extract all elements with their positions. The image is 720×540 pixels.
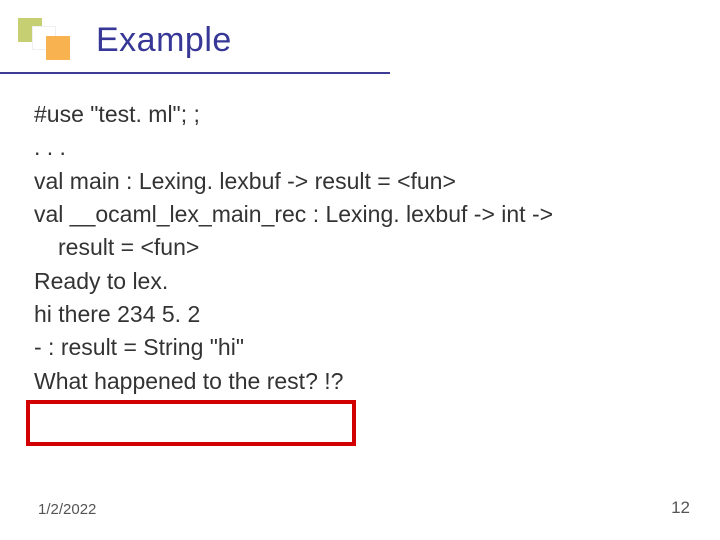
code-line: #use "test. ml"; ; xyxy=(34,98,692,131)
title-underline xyxy=(0,72,390,74)
slide-header: Example xyxy=(18,14,232,66)
code-line: . . . xyxy=(34,131,692,164)
square-orange-icon xyxy=(46,36,70,60)
code-line: hi there 234 5. 2 xyxy=(34,298,692,331)
code-line: Ready to lex. xyxy=(34,265,692,298)
slide: Example #use "test. ml"; ; . . . val mai… xyxy=(0,0,720,540)
code-line: What happened to the rest? !? xyxy=(34,365,692,398)
code-line: val __ocaml_lex_main_rec : Lexing. lexbu… xyxy=(34,198,692,231)
slide-body: #use "test. ml"; ; . . . val main : Lexi… xyxy=(34,98,692,398)
code-line: - : result = String "hi" xyxy=(34,331,692,364)
highlight-rectangle xyxy=(26,400,356,446)
title-bullet-icon xyxy=(18,18,74,62)
footer-date: 1/2/2022 xyxy=(38,501,96,518)
footer-page-number: 12 xyxy=(671,498,690,518)
code-line: result = <fun> xyxy=(34,231,692,264)
slide-title: Example xyxy=(96,21,232,60)
code-line: val main : Lexing. lexbuf -> result = <f… xyxy=(34,165,692,198)
